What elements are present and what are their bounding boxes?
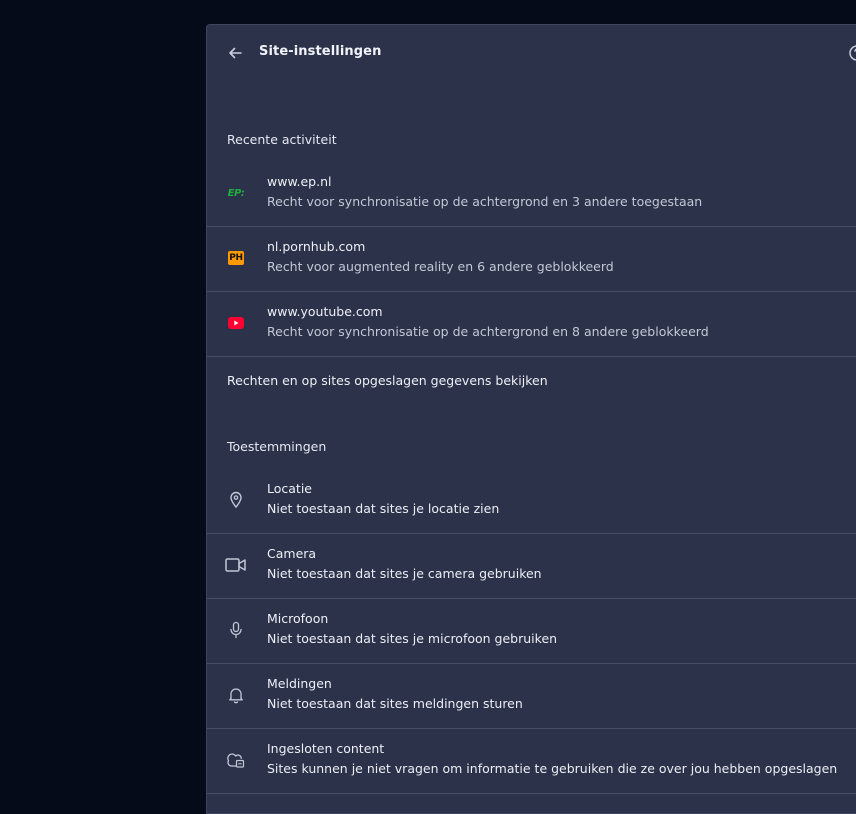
permission-name: Ingesloten content bbox=[267, 741, 385, 756]
site-status: Recht voor synchronisatie op de achtergr… bbox=[267, 324, 709, 339]
embedded-content-icon bbox=[225, 750, 247, 770]
permission-embedded-content[interactable]: Ingesloten content Sites kunnen je niet … bbox=[207, 728, 856, 794]
permission-name: Camera bbox=[267, 546, 317, 561]
bell-icon bbox=[225, 685, 247, 705]
view-permissions-data-link[interactable]: Rechten en op sites opgeslagen gegevens … bbox=[207, 356, 856, 406]
arrow-left-icon bbox=[229, 47, 242, 59]
camera-icon bbox=[225, 555, 247, 575]
view-permissions-label: Rechten en op sites opgeslagen gegevens … bbox=[227, 373, 548, 388]
site-status: Recht voor augmented reality en 6 andere… bbox=[267, 259, 614, 274]
permission-camera[interactable]: Camera Niet toestaan dat sites je camera… bbox=[207, 533, 856, 599]
site-name: www.ep.nl bbox=[267, 174, 332, 189]
youtube-favicon bbox=[225, 313, 247, 333]
panel-header: Site-instellingen bbox=[207, 25, 856, 81]
recent-site-row[interactable]: www.youtube.com Recht voor synchronisati… bbox=[207, 291, 856, 357]
back-button[interactable] bbox=[223, 41, 247, 65]
location-pin-icon bbox=[225, 490, 247, 510]
pornhub-favicon: PH bbox=[228, 251, 244, 265]
permission-name: Microfoon bbox=[267, 611, 329, 626]
ep-favicon: EP: bbox=[227, 187, 245, 199]
permission-name: Locatie bbox=[267, 481, 312, 496]
permission-status: Sites kunnen je niet vragen om informati… bbox=[267, 761, 838, 776]
permission-status: Niet toestaan dat sites je locatie zien bbox=[267, 501, 500, 516]
recent-site-row[interactable]: PH nl.pornhub.com Recht voor augmented r… bbox=[207, 226, 856, 292]
microphone-icon bbox=[225, 620, 247, 640]
permission-status: Niet toestaan dat sites je microfoon geb… bbox=[267, 631, 558, 646]
permission-notifications[interactable]: Meldingen Niet toestaan dat sites meldin… bbox=[207, 663, 856, 729]
section-permissions: Toestemmingen bbox=[227, 439, 327, 454]
permission-status: Niet toestaan dat sites je camera gebrui… bbox=[267, 566, 542, 581]
permission-name: Meldingen bbox=[267, 676, 332, 691]
permission-microphone[interactable]: Microfoon Niet toestaan dat sites je mic… bbox=[207, 598, 856, 664]
site-name: www.youtube.com bbox=[267, 304, 383, 319]
site-name: nl.pornhub.com bbox=[267, 239, 366, 254]
recent-site-row[interactable]: EP: www.ep.nl Recht voor synchronisatie … bbox=[207, 161, 856, 227]
permission-status: Niet toestaan dat sites meldingen sturen bbox=[267, 696, 523, 711]
site-settings-panel: Site-instellingen Recente activiteit EP:… bbox=[206, 24, 856, 814]
help-circle-icon[interactable] bbox=[847, 43, 856, 63]
section-recent-activity: Recente activiteit bbox=[227, 132, 337, 147]
site-status: Recht voor synchronisatie op de achtergr… bbox=[267, 194, 703, 209]
page-title: Site-instellingen bbox=[259, 44, 382, 59]
permission-location[interactable]: Locatie Niet toestaan dat sites je locat… bbox=[207, 468, 856, 534]
